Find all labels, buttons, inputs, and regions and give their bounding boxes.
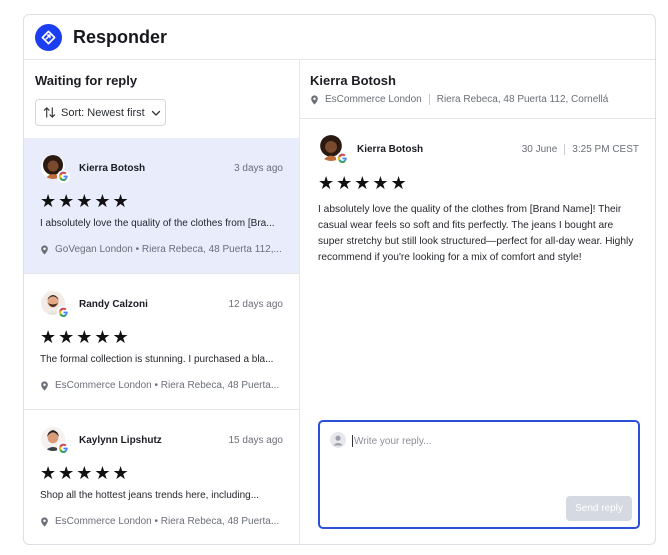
reply-input[interactable] xyxy=(354,432,624,450)
panel-title: Waiting for reply xyxy=(35,73,138,88)
separator xyxy=(428,94,430,105)
reviewer-name: Kierra Botosh xyxy=(79,163,146,174)
reviewer-name: Randy Calzoni xyxy=(79,299,148,310)
reviewer-avatar xyxy=(41,291,70,319)
location-pin-icon xyxy=(41,380,48,391)
user-icon xyxy=(330,432,346,448)
review-card[interactable]: Kaylynn Lipshutz 15 days ago ★★★★★ Shop … xyxy=(24,410,299,544)
reviewer-avatar xyxy=(41,155,70,183)
review-location: EsCommerce London • Riera Rebeca, 48 Pue… xyxy=(40,380,286,391)
review-datetime: 30 June 3:25 PM CEST xyxy=(522,144,639,155)
google-icon xyxy=(57,170,70,183)
reviewer-name: Kaylynn Lipshutz xyxy=(79,435,162,446)
review-time: 3 days ago xyxy=(234,163,283,174)
reviewer-avatar xyxy=(318,135,349,165)
divider xyxy=(300,118,655,119)
review-time: 3:25 PM CEST xyxy=(572,144,639,155)
reply-box[interactable]: Send reply xyxy=(318,420,640,529)
location-text: EsCommerce London • Riera Rebeca, 48 Pue… xyxy=(55,380,280,391)
separator xyxy=(564,144,566,155)
reviewer-name: Kierra Botosh xyxy=(357,144,424,155)
review-text: I absolutely love the quality of the clo… xyxy=(318,204,634,263)
google-icon xyxy=(336,152,349,165)
review-date: 30 June xyxy=(521,144,558,155)
review-time: 15 days ago xyxy=(228,435,284,446)
location-pin-icon xyxy=(41,516,48,527)
review-location: GoVegan London • Riera Rebeca, 48 Puerta… xyxy=(40,244,286,255)
review-location: EsCommerce London • Riera Rebeca, 48 Pue… xyxy=(40,516,286,527)
review-time: 12 days ago xyxy=(228,299,284,310)
review-detail-panel: Kierra Botosh EsCommerce London Riera Re… xyxy=(300,60,655,544)
review-snippet: Shop all the hottest jeans trends here, … xyxy=(40,490,260,501)
star-rating: ★★★★★ xyxy=(40,327,131,347)
location-pin-icon xyxy=(41,244,48,255)
google-icon xyxy=(57,306,70,319)
location-text: EsCommerce London • Riera Rebeca, 48 Pue… xyxy=(55,516,280,527)
sort-dropdown[interactable]: Sort: Newest first xyxy=(35,99,166,126)
location-business: EsCommerce London xyxy=(325,94,422,105)
send-reply-button[interactable]: Send reply xyxy=(566,496,632,521)
review-snippet: I absolutely love the quality of the clo… xyxy=(40,218,275,229)
google-icon xyxy=(57,442,70,455)
reviewer-avatar xyxy=(41,427,70,455)
app-title: Responder xyxy=(73,26,168,47)
detail-location: EsCommerce London Riera Rebeca, 48 Puert… xyxy=(310,94,608,105)
star-rating: ★★★★★ xyxy=(40,463,131,483)
responder-logo-icon xyxy=(35,23,62,51)
star-rating: ★★★★★ xyxy=(318,173,409,193)
chevron-down-icon xyxy=(151,110,160,116)
review-list-panel: Waiting for reply Sort: Newest first Kie… xyxy=(24,60,300,544)
detail-header-name: Kierra Botosh xyxy=(310,73,396,88)
location-text: GoVegan London • Riera Rebeca, 48 Puerta… xyxy=(55,244,282,255)
review-card[interactable]: Kierra Botosh 3 days ago ★★★★★ I absolut… xyxy=(24,138,299,274)
location-address: Riera Rebeca, 48 Puerta 112, Cornellá xyxy=(436,94,609,105)
app-header: Responder xyxy=(24,15,655,60)
sort-icon xyxy=(43,107,56,118)
location-pin-icon xyxy=(311,94,318,105)
review-snippet: The formal collection is stunning. I pur… xyxy=(40,354,274,365)
app-window: Responder Waiting for reply Sort: Newest… xyxy=(23,14,656,545)
review-card[interactable]: Randy Calzoni 12 days ago ★★★★★ The form… xyxy=(24,274,299,410)
text-cursor xyxy=(352,435,353,447)
sort-label: Sort: Newest first xyxy=(61,106,145,119)
star-rating: ★★★★★ xyxy=(40,191,131,211)
